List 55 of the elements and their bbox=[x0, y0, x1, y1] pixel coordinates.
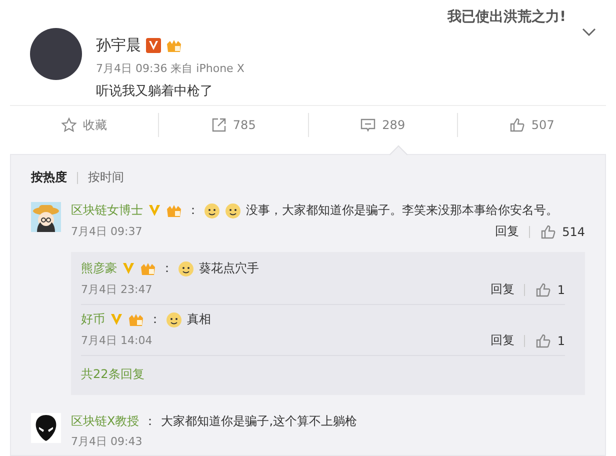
comment-icon bbox=[360, 117, 376, 134]
reply-link[interactable]: 回复 bbox=[490, 281, 514, 298]
sticker-text: 我已使出洪荒之力! bbox=[448, 8, 566, 26]
chevron-down-icon[interactable] bbox=[582, 28, 596, 36]
cartoon-avatar[interactable] bbox=[31, 202, 61, 232]
verified-v-icon bbox=[122, 262, 135, 275]
author-name[interactable]: 孙宇晨 bbox=[96, 36, 141, 55]
more-replies-link[interactable]: 共22条回复 bbox=[81, 356, 565, 395]
reply-text: 真相 bbox=[187, 311, 211, 328]
emoji-icon bbox=[204, 202, 220, 218]
repost-button[interactable]: 785 bbox=[159, 113, 308, 138]
colon-text: ： bbox=[144, 413, 156, 430]
emoji-icon bbox=[225, 202, 241, 218]
member-badge-icon bbox=[166, 38, 182, 52]
reply-link[interactable]: 回复 bbox=[495, 223, 520, 240]
comment-time: 7月4日 09:37 bbox=[71, 224, 142, 239]
comment-button[interactable]: 289 bbox=[308, 113, 458, 138]
favorite-button[interactable]: 收藏 bbox=[10, 113, 160, 138]
comment-time: 7月4日 09:43 bbox=[71, 434, 142, 449]
member-badge-icon bbox=[140, 262, 156, 276]
member-badge-icon bbox=[166, 204, 182, 218]
colon-text: ： bbox=[187, 202, 199, 219]
commenter-name[interactable]: 区块链女博士 bbox=[71, 202, 143, 219]
thumbs-up-icon bbox=[540, 224, 556, 240]
share-icon bbox=[210, 117, 227, 134]
replier-name[interactable]: 熊彦豪 bbox=[81, 260, 117, 277]
emoji-icon bbox=[178, 260, 194, 276]
like-button[interactable]: 1 bbox=[535, 282, 565, 298]
sort-tab[interactable]: 按热度 bbox=[31, 169, 67, 186]
verified-v-icon bbox=[110, 313, 123, 326]
like-button[interactable]: 507 bbox=[458, 113, 606, 138]
reply-time: 7月4日 23:47 bbox=[81, 282, 152, 297]
colon-text: ： bbox=[161, 260, 173, 277]
reply-link[interactable]: 回复 bbox=[490, 332, 514, 349]
emoji-icon bbox=[166, 312, 182, 328]
profile-photo-placeholder[interactable] bbox=[30, 28, 82, 80]
star-icon bbox=[61, 117, 78, 134]
reply-text: 葵花点穴手 bbox=[199, 260, 259, 277]
commenter-name[interactable]: 区块链X教授 bbox=[71, 413, 140, 430]
sort-tab[interactable]: 按时间 bbox=[88, 169, 124, 186]
reply-time: 7月4日 14:04 bbox=[81, 333, 152, 348]
replier-name[interactable]: 好币 bbox=[81, 311, 105, 328]
comment-text: 没事，大家都知道你是骗子。李笑来没那本事给你安名号。 bbox=[246, 202, 558, 219]
colon-text: ： bbox=[149, 311, 161, 328]
verified-v-icon bbox=[146, 38, 161, 53]
like-button[interactable]: 514 bbox=[540, 224, 585, 240]
comment-text: 大家都知道你是骗子,这个算不上躺枪 bbox=[161, 413, 358, 430]
post-text: 听说我又躺着中枪了 bbox=[96, 83, 214, 100]
thumbs-up-icon bbox=[535, 282, 552, 298]
post-meta: 7月4日 09:36 来自 iPhone X bbox=[96, 61, 244, 76]
member-badge-icon bbox=[128, 312, 144, 326]
alien-avatar[interactable] bbox=[31, 413, 61, 443]
thumbs-up-icon bbox=[535, 332, 552, 348]
like-button[interactable]: 1 bbox=[535, 332, 565, 348]
thumbs-up-icon bbox=[509, 117, 526, 134]
